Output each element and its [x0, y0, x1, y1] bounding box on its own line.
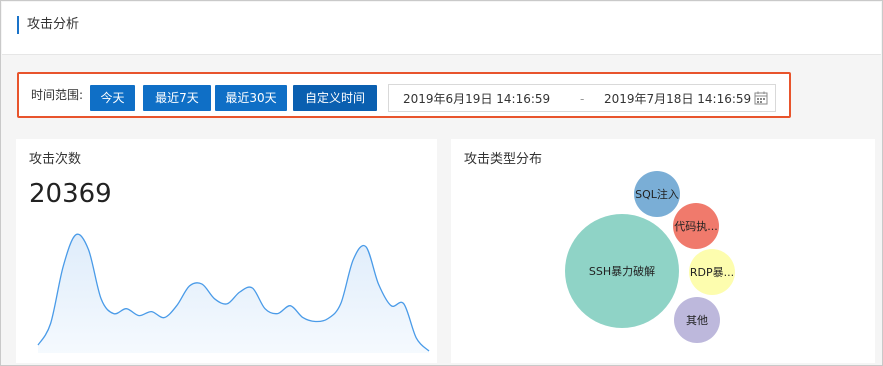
last-30-days-button[interactable]: 最近30天	[215, 85, 287, 111]
today-button[interactable]: 今天	[90, 85, 135, 111]
title-accent-bar	[17, 16, 19, 34]
bubble-other[interactable]: 其他	[674, 297, 720, 343]
last-7-days-button[interactable]: 最近7天	[143, 85, 211, 111]
app-frame: 攻击分析 时间范围: 今天 最近7天 最近30天 自定义时间 2019年6月19…	[0, 0, 883, 366]
bubble-rdp[interactable]: RDP暴...	[689, 249, 735, 295]
attack-type-card: 攻击类型分布 SSH暴力破解 SQL注入 代码执... RDP暴... 其他	[451, 139, 875, 363]
custom-time-button[interactable]: 自定义时间	[293, 85, 377, 111]
bubble-sql-label: SQL注入	[635, 187, 679, 201]
start-date[interactable]: 2019年6月19日 14:16:59	[403, 91, 550, 107]
attack-count-card: 攻击次数 20369	[16, 139, 437, 363]
attack-type-bubble-chart: SSH暴力破解 SQL注入 代码执... RDP暴... 其他	[565, 171, 735, 343]
bubble-code-exec-label: 代码执...	[674, 219, 718, 233]
attack-trend-chart	[37, 233, 430, 353]
end-date[interactable]: 2019年7月18日 14:16:59	[604, 91, 751, 107]
trend-area	[38, 234, 429, 353]
bubble-sql[interactable]: SQL注入	[634, 171, 680, 217]
bubble-code-exec[interactable]: 代码执...	[673, 203, 719, 249]
bubble-ssh-label: SSH暴力破解	[589, 264, 655, 278]
bubble-ssh[interactable]: SSH暴力破解	[565, 214, 679, 328]
time-range-label: 时间范围:	[31, 88, 84, 102]
calendar-icon[interactable]	[754, 91, 768, 105]
page-title: 攻击分析	[27, 17, 80, 32]
bubble-other-label: 其他	[686, 314, 708, 327]
page-header: 攻击分析	[2, 2, 881, 55]
bubble-rdp-label: RDP暴...	[690, 266, 734, 279]
time-range-filter: 时间范围: 今天 最近7天 最近30天 自定义时间 2019年6月19日 14:…	[17, 72, 791, 118]
date-separator: -	[580, 92, 585, 106]
date-range-picker[interactable]: 2019年6月19日 14:16:59 - 2019年7月18日 14:16:5…	[388, 84, 776, 112]
